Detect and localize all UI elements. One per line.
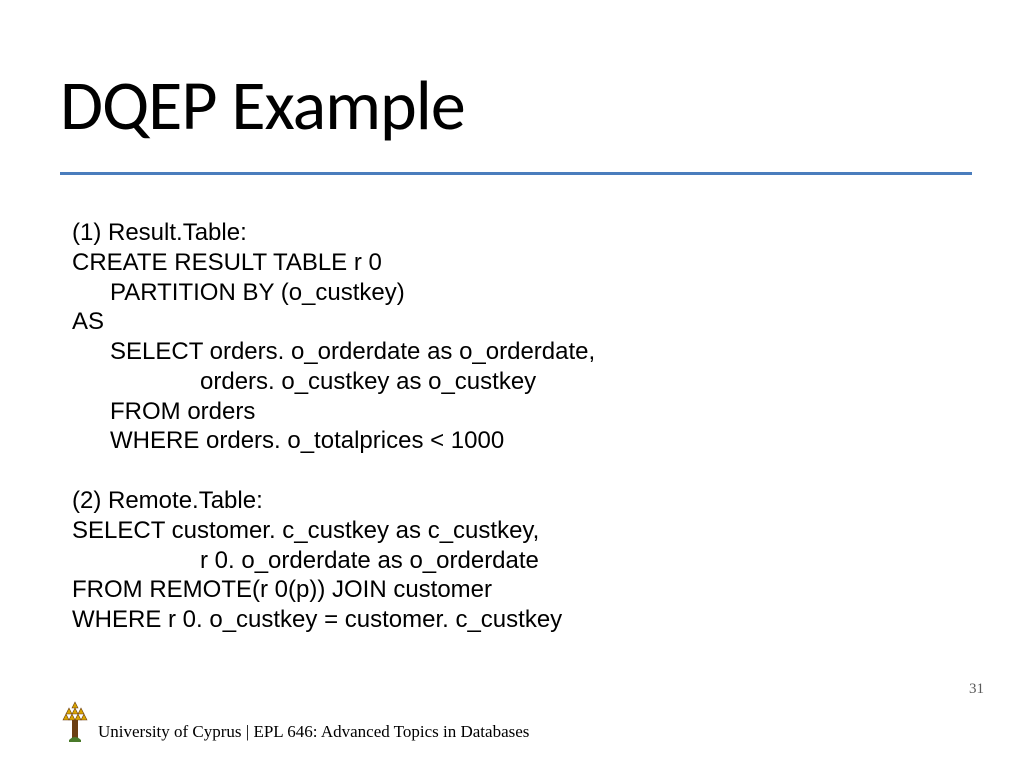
- code-line: r 0. o_orderdate as o_orderdate: [72, 546, 964, 576]
- footer-text: University of Cyprus | EPL 646: Advanced…: [98, 722, 529, 742]
- remote-table-block: (2) Remote.Table: SELECT customer. c_cus…: [72, 486, 964, 635]
- code-line: (1) Result.Table:: [72, 218, 964, 248]
- code-line: orders. o_custkey as o_custkey: [72, 367, 964, 397]
- code-line: (2) Remote.Table:: [72, 486, 964, 516]
- slide: DQEP Example (1) Result.Table: CREATE RE…: [0, 0, 1024, 768]
- university-logo-icon: [60, 700, 90, 742]
- slide-body: (1) Result.Table: CREATE RESULT TABLE r …: [72, 218, 964, 635]
- title-underline: [60, 172, 972, 175]
- slide-footer: University of Cyprus | EPL 646: Advanced…: [60, 700, 529, 742]
- code-line: SELECT orders. o_orderdate as o_orderdat…: [72, 337, 964, 367]
- code-line: FROM orders: [72, 397, 964, 427]
- code-line: CREATE RESULT TABLE r 0: [72, 248, 964, 278]
- code-line: AS: [72, 307, 964, 337]
- code-line: WHERE r 0. o_custkey = customer. c_custk…: [72, 605, 964, 635]
- code-line: SELECT customer. c_custkey as c_custkey,: [72, 516, 964, 546]
- slide-title: DQEP Example: [60, 62, 465, 148]
- page-number: 31: [969, 681, 984, 698]
- code-line: FROM REMOTE(r 0(p)) JOIN customer: [72, 575, 964, 605]
- code-line: WHERE orders. o_totalprices < 1000: [72, 426, 964, 456]
- code-line: PARTITION BY (o_custkey): [72, 278, 964, 308]
- result-table-block: (1) Result.Table: CREATE RESULT TABLE r …: [72, 218, 964, 456]
